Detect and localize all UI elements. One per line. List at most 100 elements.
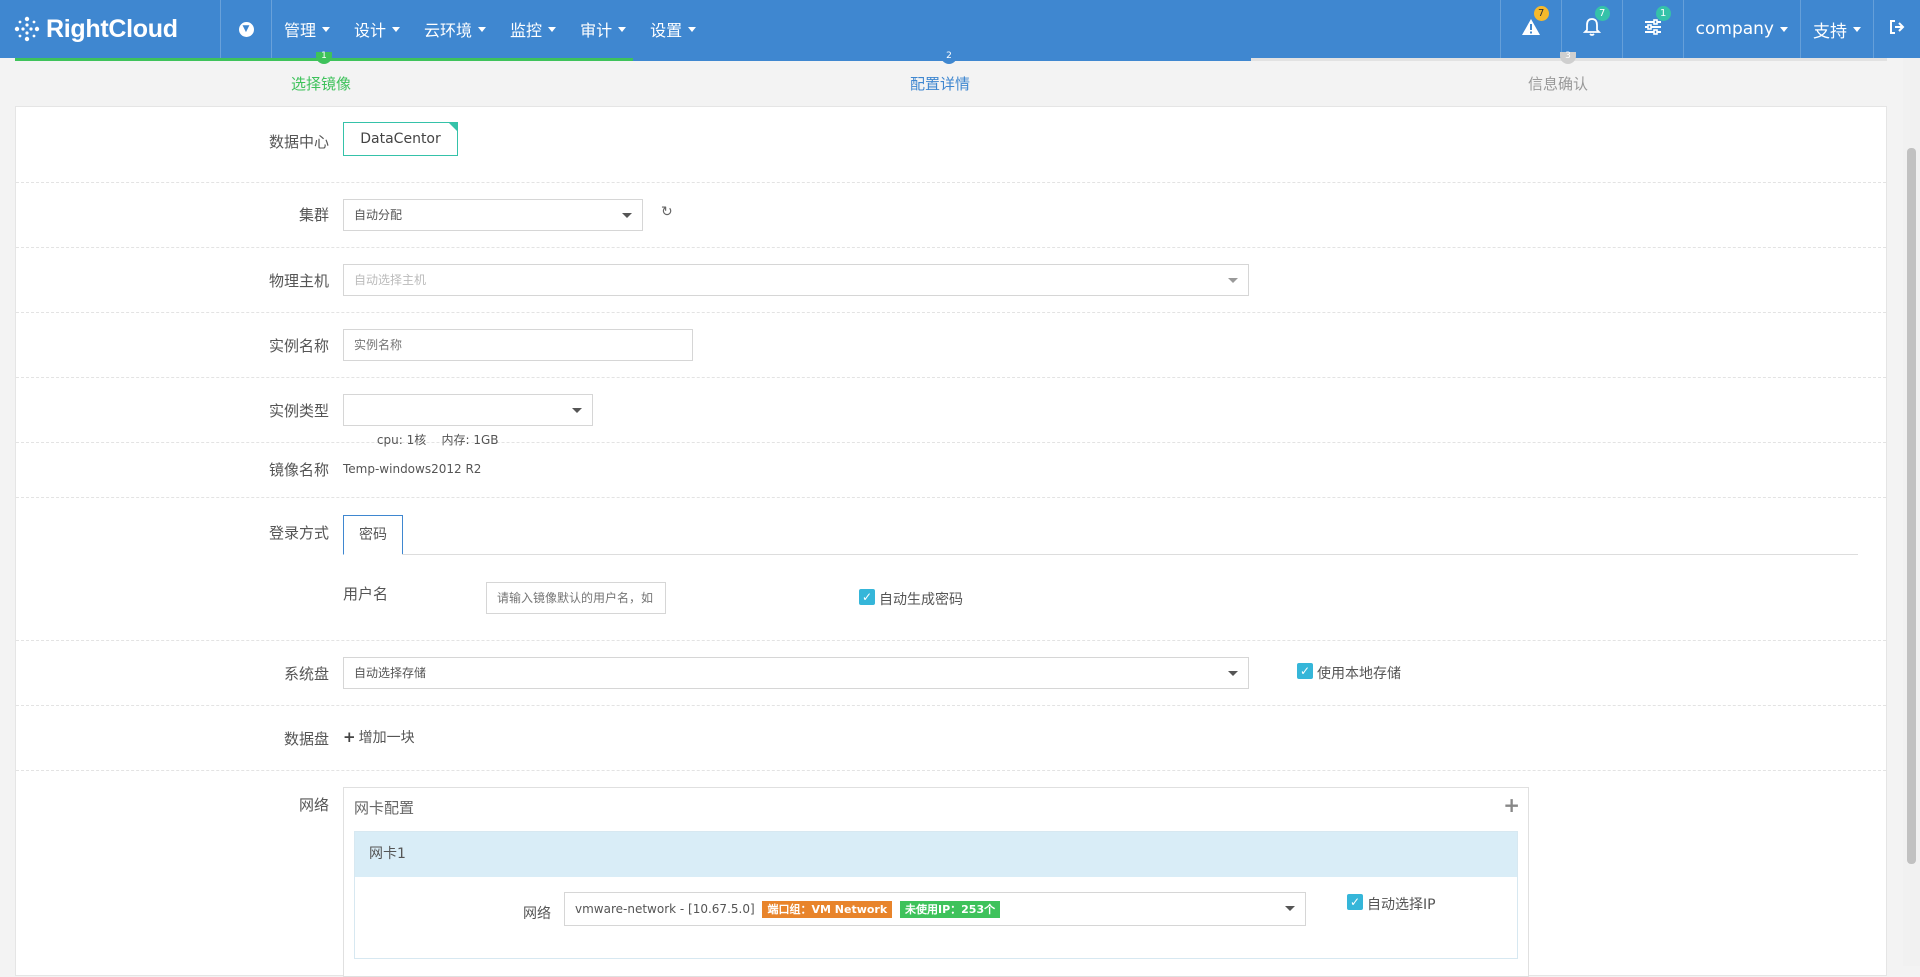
form-row-datacenter: 数据中心 DataCentor	[16, 107, 1886, 183]
caret-down-icon	[572, 408, 582, 413]
auto-password-checkbox[interactable]: ✓	[859, 589, 875, 605]
logout-icon	[1889, 19, 1905, 39]
add-data-disk-label: 增加一块	[358, 730, 415, 746]
nic-title: 网卡1	[355, 832, 1517, 877]
warning-icon	[1521, 18, 1541, 40]
cluster-value: 自动分配	[354, 208, 403, 222]
notifications-badge: 7	[1594, 6, 1610, 21]
support-label: 支持	[1813, 21, 1847, 42]
auto-ip-label[interactable]: 自动选择IP	[1367, 894, 1436, 914]
instance-type-label: 实例类型	[268, 402, 329, 420]
menu-label: 云环境	[424, 21, 473, 40]
page-scrollbar[interactable]	[1903, 58, 1920, 966]
system-disk-select[interactable]: 自动选择存储	[343, 657, 1249, 689]
form-row-login: 登录方式 密码 用户名 ✓ 自动生成密码	[16, 498, 1886, 641]
instance-name-label: 实例名称	[268, 337, 329, 355]
preferences-button[interactable]: 1	[1621, 0, 1683, 58]
config-form-panel: 数据中心 DataCentor 集群 自动分配 ↻ 物理主机 自动选择主机 实例…	[15, 106, 1887, 977]
add-data-disk-button[interactable]: + 增加一块	[343, 727, 415, 747]
tab-underline	[402, 554, 1858, 555]
notifications-button[interactable]: 7	[1560, 0, 1622, 58]
step-1-label[interactable]: 选择镜像	[291, 73, 351, 94]
plus-icon: +	[343, 728, 356, 746]
nic-config-title: 网卡配置	[354, 799, 415, 817]
logo-text: RightCloud	[46, 14, 178, 43]
instance-type-select[interactable]: cpu: 1核 内存: 1GB	[343, 394, 593, 447]
company-label: company	[1695, 19, 1774, 39]
scrollbar-thumb[interactable]	[1907, 148, 1916, 864]
menu-label: 管理	[284, 21, 317, 40]
tab-password[interactable]: 密码	[343, 515, 403, 555]
caret-down-icon	[1228, 278, 1238, 283]
bell-icon	[1582, 17, 1601, 41]
network-label: 网络	[298, 796, 329, 814]
chevron-down-icon: ▼	[238, 21, 254, 37]
nic-config-box: 网卡配置 + 网卡1 网络 vmware-network - [10.67.5.…	[343, 787, 1529, 977]
wizard-steps: 1 2 3 选择镜像 配置详情 信息确认	[15, 52, 1887, 106]
menu-label: 设置	[650, 21, 683, 40]
caret-down-icon	[1285, 906, 1295, 911]
login-label: 登录方式	[268, 524, 329, 542]
data-disk-label: 数据盘	[283, 730, 329, 748]
nav-collapse-button[interactable]: ▼	[221, 0, 271, 58]
caret-down-icon	[622, 213, 632, 218]
system-disk-label: 系统盘	[283, 665, 329, 683]
menu-design[interactable]: 设计	[342, 0, 412, 58]
step-2-marker: 2	[941, 52, 957, 64]
menu-manage[interactable]: 管理	[272, 0, 342, 58]
step-2-label[interactable]: 配置详情	[910, 73, 970, 94]
menu-label: 审计	[580, 21, 613, 40]
nic-network-label: 网络	[523, 906, 551, 922]
top-navbar: RightCloud ▼ 管理 设计 云环境 监控 审计 设置 7 7 1 co…	[0, 0, 1920, 58]
unused-ip-tag: 未使用IP：253个	[900, 901, 1001, 918]
image-label: 镜像名称	[268, 461, 329, 479]
instance-name-input[interactable]	[343, 329, 693, 361]
caret-down-icon	[1853, 26, 1861, 32]
auto-password-label[interactable]: 自动生成密码	[879, 589, 963, 609]
menu-label: 监控	[510, 21, 543, 40]
add-nic-icon[interactable]: +	[1503, 793, 1520, 817]
host-placeholder: 自动选择主机	[354, 273, 427, 287]
form-row-data-disk: 数据盘 + 增加一块	[16, 706, 1886, 771]
nic-network-select[interactable]: vmware-network - [10.67.5.0] 端口组：VM Netw…	[564, 892, 1306, 926]
caret-down-icon	[618, 26, 627, 32]
cluster-select[interactable]: 自动分配	[343, 199, 643, 231]
sliders-icon	[1644, 19, 1662, 39]
username-label: 用户名	[343, 585, 389, 603]
form-row-instance-name: 实例名称	[16, 313, 1886, 378]
right-nav: 7 7 1 company 支持	[1499, 0, 1920, 58]
host-select[interactable]: 自动选择主机	[343, 264, 1249, 296]
auto-ip-checkbox[interactable]: ✓	[1347, 894, 1363, 910]
menu-settings[interactable]: 设置	[638, 0, 708, 58]
step-1-marker: 1	[316, 52, 332, 64]
nic-network-value: vmware-network - [10.67.5.0]	[575, 902, 755, 916]
menu-audit[interactable]: 审计	[568, 0, 638, 58]
step-3-marker: 3	[1560, 52, 1576, 64]
alerts-badge: 7	[1533, 6, 1549, 21]
datacenter-option[interactable]: DataCentor	[343, 122, 458, 156]
caret-down-icon	[688, 26, 697, 32]
support-dropdown[interactable]: 支持	[1800, 0, 1873, 58]
host-label: 物理主机	[268, 272, 329, 290]
step-3-label: 信息确认	[1528, 75, 1589, 93]
username-input[interactable]	[486, 582, 666, 614]
local-storage-label[interactable]: 使用本地存储	[1317, 663, 1401, 683]
refresh-icon[interactable]: ↻	[661, 204, 673, 220]
menu-cloud-env[interactable]: 云环境	[412, 0, 498, 58]
main-menu: 管理 设计 云环境 监控 审计 设置	[272, 0, 708, 58]
logo[interactable]: RightCloud	[14, 14, 178, 44]
caret-down-icon	[478, 26, 487, 32]
caret-down-icon	[548, 26, 557, 32]
company-dropdown[interactable]: company	[1682, 0, 1800, 58]
local-storage-checkbox[interactable]: ✓	[1297, 663, 1313, 679]
logout-button[interactable]	[1873, 0, 1920, 58]
cluster-label: 集群	[298, 206, 329, 224]
image-value: Temp-windows2012 R2	[343, 462, 482, 476]
alerts-button[interactable]: 7	[1499, 0, 1561, 58]
form-row-instance-type: 实例类型 cpu: 1核 内存: 1GB	[16, 378, 1886, 447]
port-group-tag: 端口组：VM Network	[762, 901, 893, 918]
logo-icon	[14, 16, 40, 42]
caret-down-icon	[392, 26, 401, 32]
form-row-image: 镜像名称 Temp-windows2012 R2	[16, 443, 1886, 498]
menu-monitor[interactable]: 监控	[498, 0, 568, 58]
